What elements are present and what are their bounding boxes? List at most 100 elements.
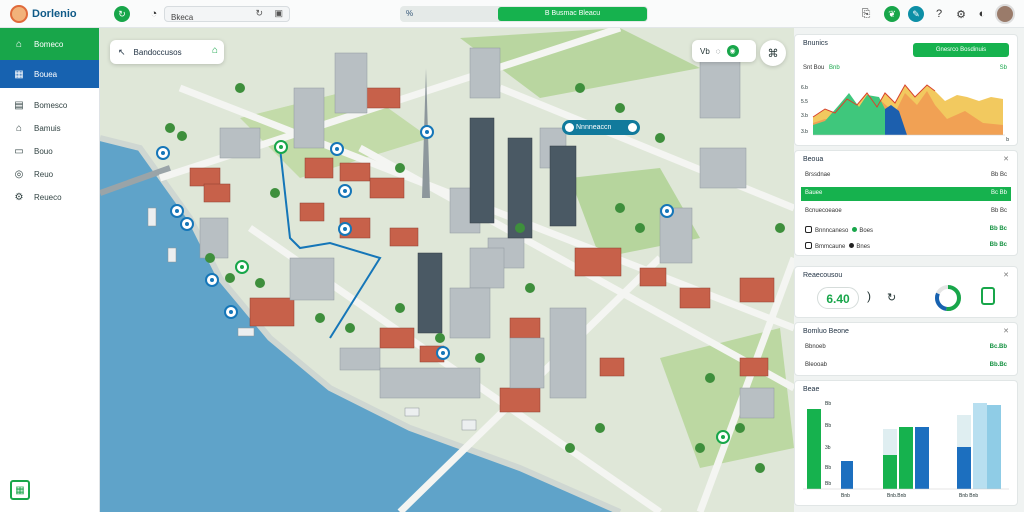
search-input[interactable] <box>165 10 245 25</box>
x-label: Bnb.Bnb <box>887 493 907 499</box>
bar <box>841 461 853 489</box>
bar <box>957 447 971 489</box>
gear-icon[interactable]: ⚙ <box>953 6 969 22</box>
stat-row[interactable]: Bbnoeb Bc.Bb <box>801 341 1011 355</box>
map-marker[interactable] <box>716 430 730 444</box>
view-segment[interactable]: % B Busmac Bleacu <box>400 6 648 22</box>
pin-icon <box>565 123 574 132</box>
bar <box>883 455 897 489</box>
stat-row[interactable]: Bleooab Bb.Bc <box>801 359 1011 373</box>
map-marker[interactable] <box>420 125 434 139</box>
sidebar-item-settings[interactable]: ⚙ Reueco <box>0 186 99 209</box>
status-dot-icon <box>849 243 855 248</box>
square-icon <box>805 242 812 249</box>
map-marker[interactable] <box>660 204 674 218</box>
home-icon: ⌂ <box>15 38 23 50</box>
settings-icon: ⚙ <box>14 192 24 203</box>
help-icon[interactable]: ? <box>931 6 947 22</box>
map-title-card[interactable]: ↖ Bandoccusos ⌂ <box>110 40 224 64</box>
stat-row-selected[interactable]: Bauee Bc Bb <box>801 187 1011 201</box>
y-tick: Bb <box>825 481 832 487</box>
map-location-pill[interactable]: Nnnneaccn <box>562 120 640 135</box>
refresh-icon[interactable]: ↻ <box>887 291 896 304</box>
map-title: Bandoccusos <box>133 47 182 57</box>
city-map-icon[interactable]: ▦ <box>10 480 30 500</box>
sidebar-item-buildings[interactable]: ▤ Bomesco <box>0 94 99 117</box>
y-tick: 3.b <box>801 129 808 135</box>
pen-icon[interactable]: ✎ <box>908 6 924 22</box>
location-icon: ◎ <box>14 169 24 180</box>
map-marker[interactable] <box>330 142 344 156</box>
stat-row[interactable]: Bcnuecoeaoe Bb Bc <box>801 205 1011 219</box>
refresh-icon[interactable]: ↻ <box>114 6 130 22</box>
map-pill-label: Nnnneaccn <box>576 124 612 131</box>
summary-card: Bomluo Beone ✕ Bbnoeb Bc.Bb Bleooab Bb.B… <box>794 322 1018 376</box>
segment-left[interactable]: % <box>406 9 413 18</box>
y-tick: Bb <box>825 465 832 471</box>
bar-chart-card: Beae Bb Bb 3b Bb Bb Bnb Bnb.Bnb Bnb Bnb <box>794 380 1018 506</box>
y-tick: 3b <box>825 445 831 451</box>
map-controls[interactable]: Vb ◌ ◉ <box>692 40 756 62</box>
clipboard-icon[interactable]: ⎘ <box>858 6 874 22</box>
city-illustration <box>100 28 794 512</box>
leaf-icon[interactable]: ❦ <box>884 6 900 22</box>
battery-icon <box>981 287 995 305</box>
cycle-icon[interactable]: ◐ <box>974 6 990 22</box>
layers-icon[interactable]: ⌘ <box>760 40 786 66</box>
layers-icon: ▭ <box>14 146 24 157</box>
sidebar: ⌂ Bomeco ▦ Bouea ▤ Bomesco ⌂ Bamuis ▭ Bo… <box>0 28 100 512</box>
sidebar-item-label: Bomeco <box>34 39 64 49</box>
sidebar-item-label: Bouo <box>34 147 53 156</box>
stat-row[interactable]: Bnnncaneso Boes Bb Bc <box>801 223 1011 237</box>
square-icon <box>805 226 812 233</box>
sidebar-item-label: Bomesco <box>34 101 68 110</box>
card-title: Reaecousou <box>803 272 843 279</box>
map-marker[interactable] <box>224 305 238 319</box>
map-marker[interactable] <box>180 217 194 231</box>
sidebar-item-houses[interactable]: ⌂ Bamuis <box>0 117 99 140</box>
close-icon[interactable]: ✕ <box>1003 155 1009 163</box>
segment-right[interactable]: B Busmac Bleacu <box>498 7 647 21</box>
home-icon[interactable]: ⌂ <box>212 45 218 56</box>
city-map[interactable]: ↖ Bandoccusos ⌂ Vb ◌ ◉ ⌘ Nnnneaccn <box>100 28 794 512</box>
sidebar-item-city[interactable]: ▦ Bouea <box>0 60 99 88</box>
map-marker[interactable] <box>338 184 352 198</box>
app-title: Dorlenio <box>32 8 77 20</box>
bar <box>899 427 913 489</box>
camera-icon[interactable]: ▣ <box>274 8 283 19</box>
map-marker[interactable] <box>436 346 450 360</box>
stat-row[interactable]: Bmmcaune Bnes Bb Bc <box>801 239 1011 253</box>
map-marker[interactable] <box>156 146 170 160</box>
trend-card: Bnunics Gnesrco Bosdinuis Snt Bou Bnb Sb… <box>794 34 1018 146</box>
close-icon[interactable]: ✕ <box>1003 271 1009 279</box>
x-tick: b <box>1006 137 1009 143</box>
check-icon[interactable]: ◔ <box>146 6 162 22</box>
back-arrow-icon[interactable]: ↖ <box>118 47 126 58</box>
search-box[interactable]: ↻ ▣ <box>164 6 290 25</box>
target-icon[interactable]: ◉ <box>726 45 739 57</box>
stat-row[interactable]: Brssdnae Bb Bc <box>801 169 1011 183</box>
bar <box>973 403 987 489</box>
metric-value: 6.40 <box>817 287 859 309</box>
map-marker[interactable] <box>235 260 249 274</box>
sidebar-item-label: Reueco <box>34 193 62 202</box>
status-dot-icon <box>852 227 858 232</box>
map-controls-label: Vb <box>700 46 710 56</box>
sidebar-item-layers[interactable]: ▭ Bouo <box>0 140 99 163</box>
logo-icon <box>10 5 28 23</box>
sidebar-item-location[interactable]: ◎ Reuo <box>0 163 99 186</box>
map-marker[interactable] <box>274 140 288 154</box>
sidebar-item-home[interactable]: ⌂ Bomeco <box>0 28 99 60</box>
user-avatar[interactable] <box>995 4 1015 24</box>
map-marker[interactable] <box>205 273 219 287</box>
map-marker[interactable] <box>338 222 352 236</box>
map-marker[interactable] <box>170 204 184 218</box>
close-icon[interactable]: ✕ <box>1003 327 1009 335</box>
reload-icon[interactable]: ↻ <box>255 8 263 19</box>
zoom-icon[interactable]: ◌ <box>716 47 721 56</box>
bar <box>915 427 929 489</box>
house-icon: ⌂ <box>15 123 23 134</box>
card-title: Beoua <box>803 156 824 163</box>
bar-chart <box>803 403 1009 490</box>
sidebar-item-label: Bouea <box>34 69 58 79</box>
